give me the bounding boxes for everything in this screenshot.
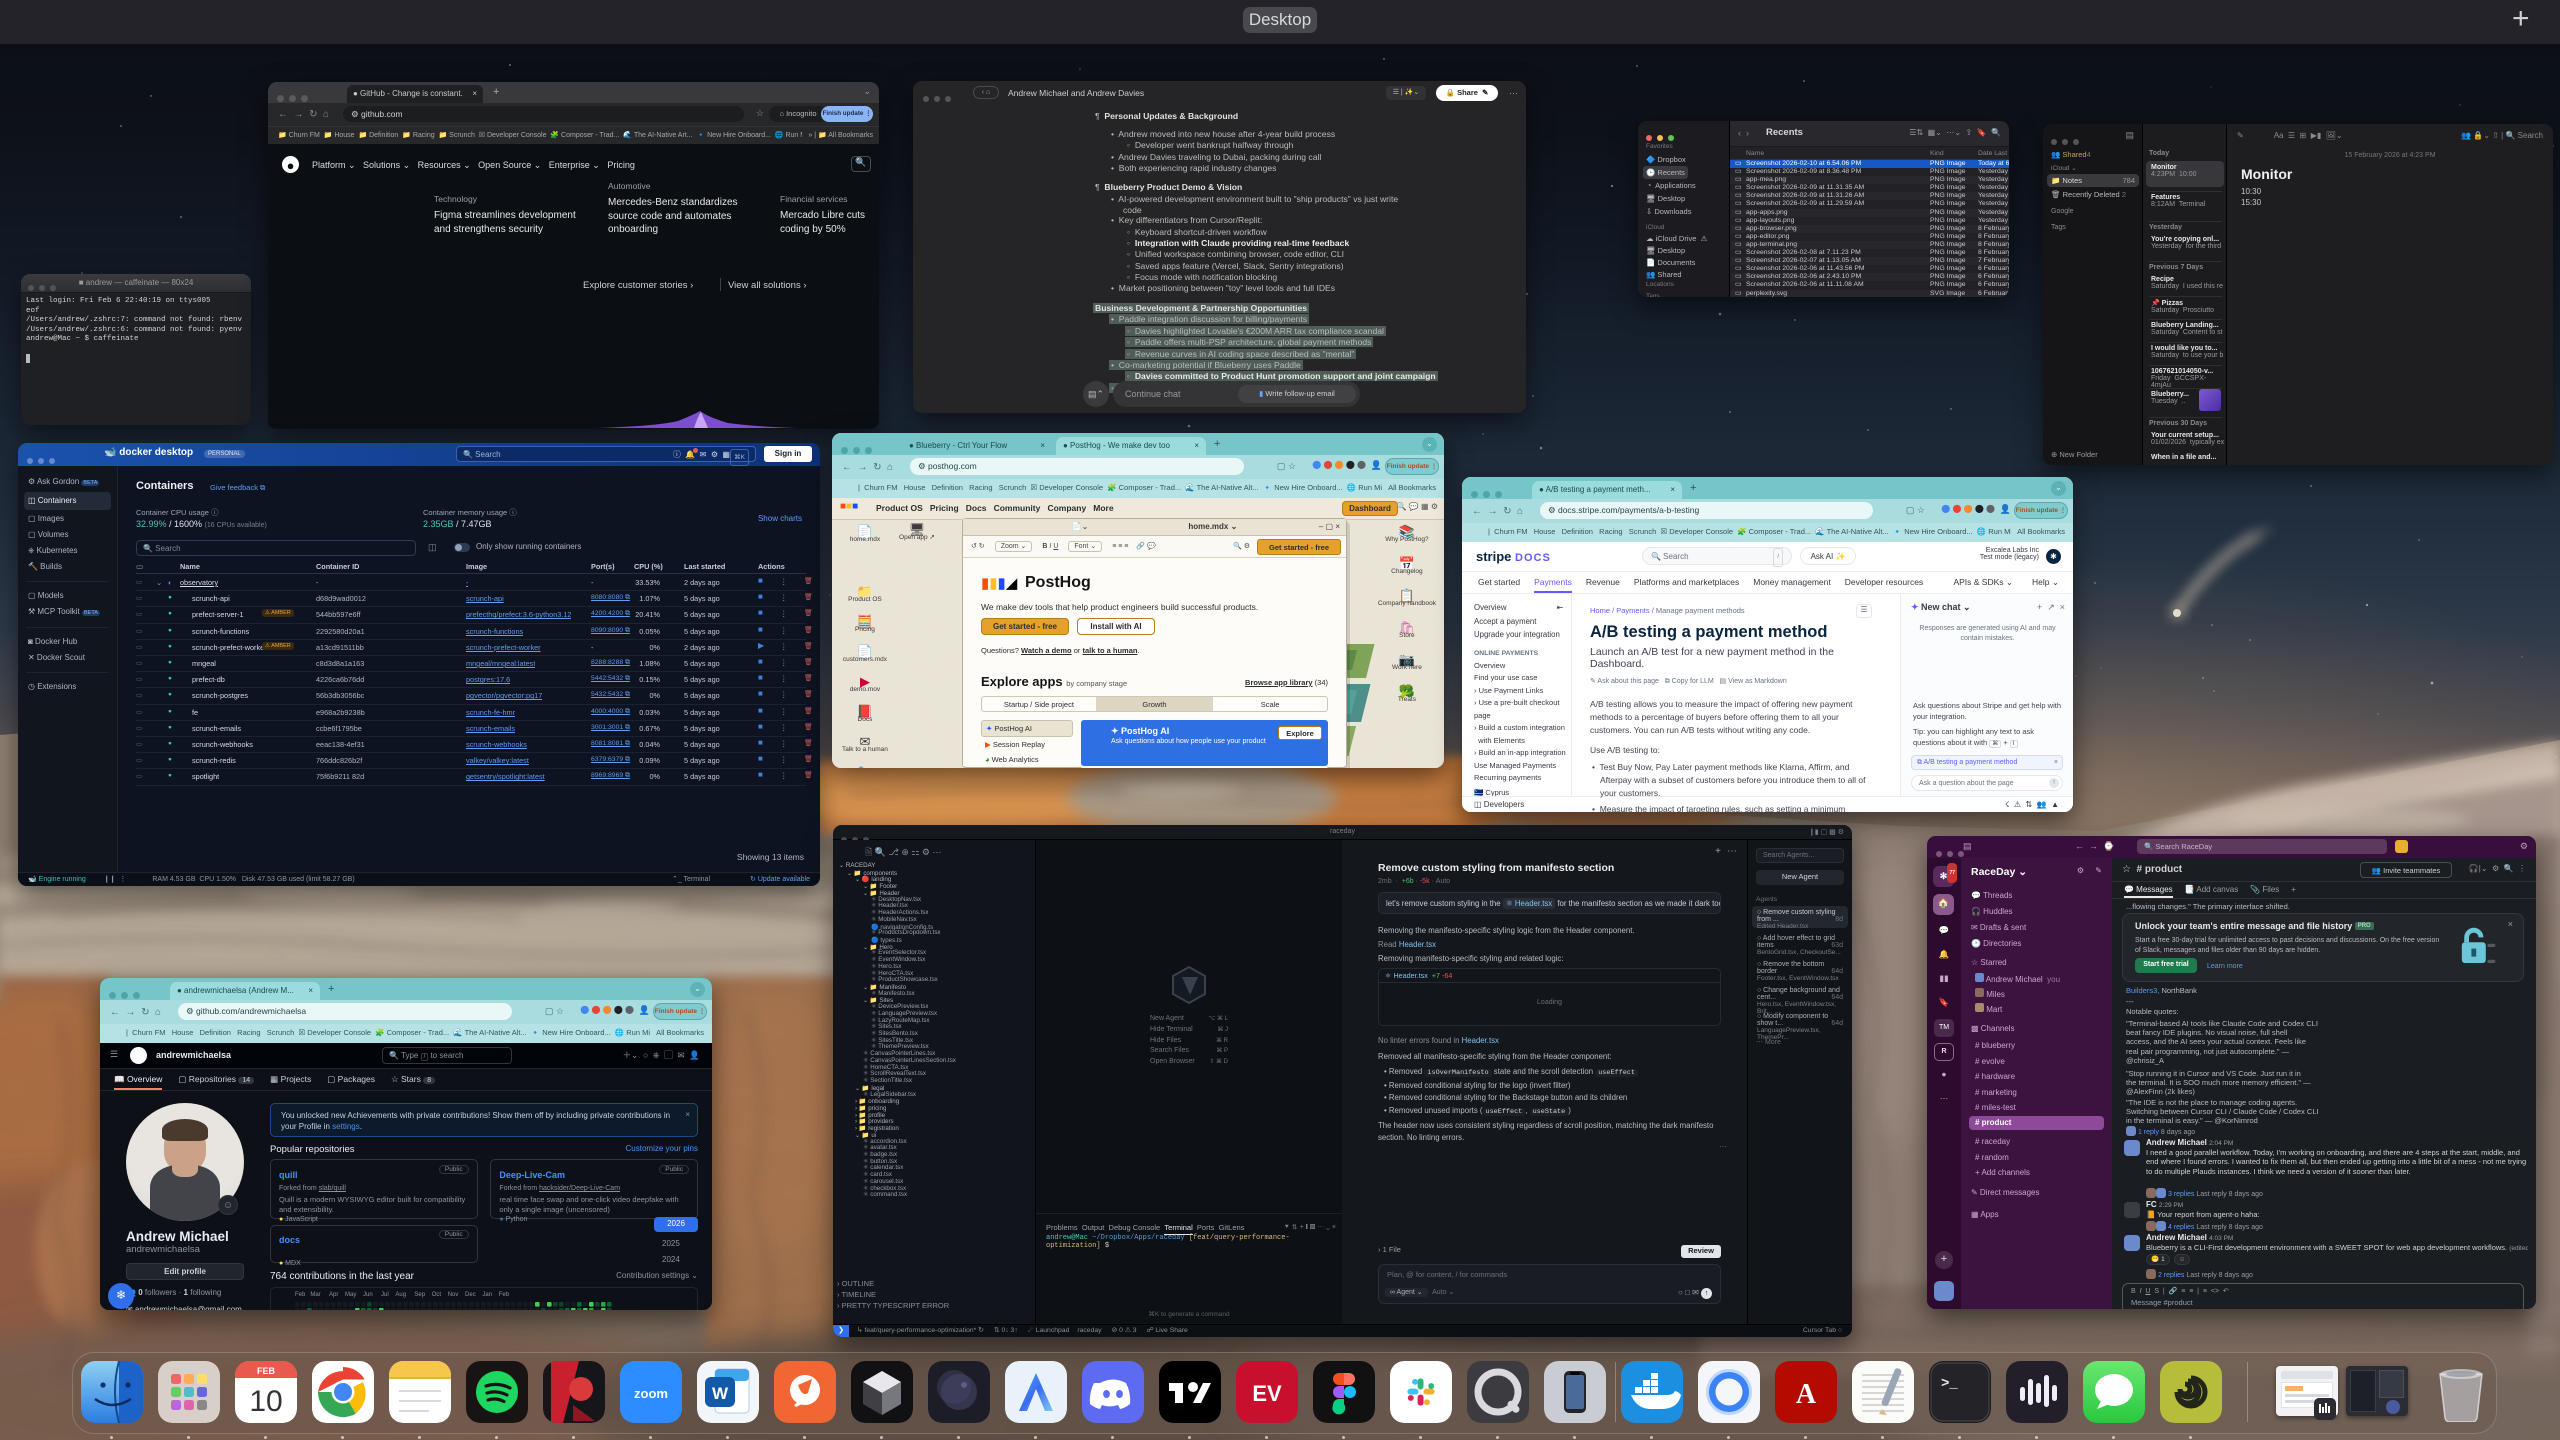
svg-text:zoom: zoom	[634, 1386, 668, 1401]
svg-text:A: A	[1796, 1379, 1817, 1410]
svg-text:EV: EV	[1252, 1381, 1282, 1406]
svg-text:FEB: FEB	[257, 1366, 276, 1376]
svg-text:10: 10	[249, 1385, 282, 1418]
svg-text:W: W	[712, 1384, 729, 1403]
svg-text:>_: >_	[1941, 1376, 1958, 1392]
